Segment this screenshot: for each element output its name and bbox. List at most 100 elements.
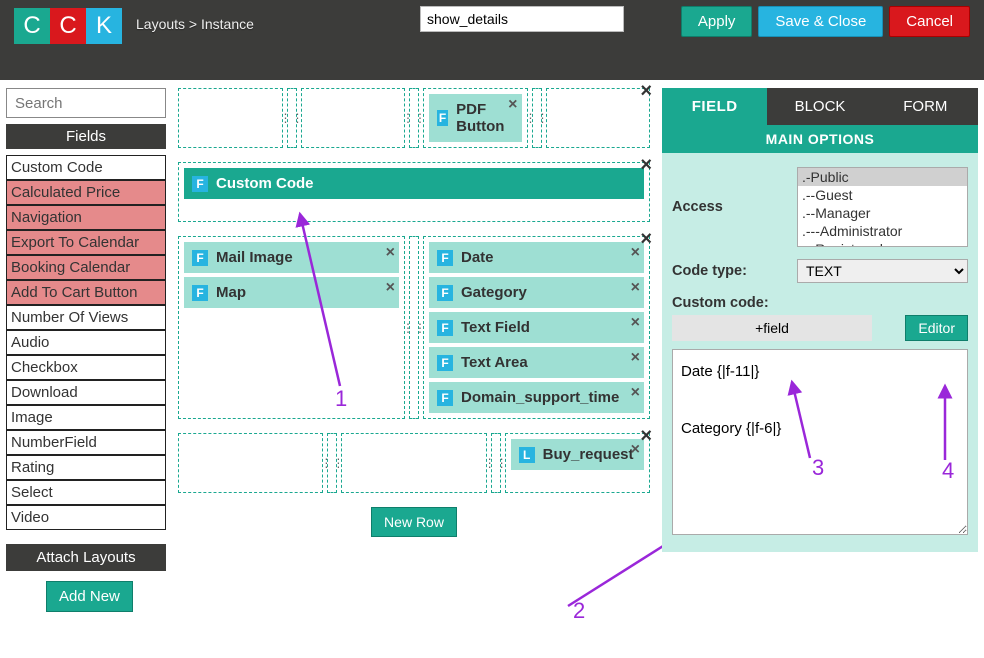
remove-chip-icon[interactable]: × <box>631 244 640 262</box>
access-option[interactable]: .--Manager <box>798 204 967 222</box>
panel-tabs: FIELD BLOCK FORM <box>662 88 978 125</box>
layout-cell[interactable]: FDate×FGategory×FText Field×FText Area×F… <box>423 236 650 419</box>
layout-cell[interactable] <box>178 88 283 148</box>
remove-row-icon[interactable]: × <box>640 232 652 246</box>
field-tag-icon: F <box>192 285 208 301</box>
annotation-number: 2 <box>573 598 585 624</box>
drag-handle-icon[interactable]: ⋮⋮ <box>532 88 542 148</box>
field-item[interactable]: Add To Cart Button <box>6 280 166 305</box>
field-chip[interactable]: F Gategory × <box>429 277 644 308</box>
remove-chip-icon[interactable]: × <box>631 314 640 332</box>
chip-label: Text Area <box>461 354 528 371</box>
field-chip[interactable]: F Text Area × <box>429 347 644 378</box>
chip-label: Text Field <box>461 319 530 336</box>
chip-label: Mail Image <box>216 249 293 266</box>
editor-button[interactable]: Editor <box>905 315 968 341</box>
add-new-button[interactable]: Add New <box>46 581 133 612</box>
field-item[interactable]: Video <box>6 505 166 530</box>
field-tag-icon: F <box>437 110 448 126</box>
custom-code-textarea[interactable] <box>672 349 968 535</box>
remove-chip-icon[interactable]: × <box>508 96 517 114</box>
field-chip[interactable]: FText Field× <box>429 312 644 343</box>
layout-row: ⋮⋮ ⋮⋮ L Buy_request × × <box>178 433 650 493</box>
remove-row-icon[interactable]: × <box>640 429 652 443</box>
access-option[interactable]: .--Guest <box>798 186 967 204</box>
field-item[interactable]: NumberField <box>6 430 166 455</box>
field-item[interactable]: Number Of Views <box>6 305 166 330</box>
layout-cell[interactable] <box>301 88 406 148</box>
chip-label: Map <box>216 284 246 301</box>
remove-chip-icon[interactable]: × <box>386 244 395 262</box>
layout-cell[interactable]: F Mail Image × F Map × <box>178 236 405 419</box>
drag-handle-icon[interactable]: ⋮⋮ <box>287 88 297 148</box>
access-option[interactable]: .--Registered <box>798 240 967 247</box>
field-item[interactable]: Export To Calendar <box>6 230 166 255</box>
cancel-button[interactable]: Cancel <box>889 6 970 37</box>
breadcrumb[interactable]: Layouts > Instance <box>136 16 254 32</box>
field-item[interactable]: Custom Code <box>6 155 166 180</box>
fields-header: Fields <box>6 124 166 149</box>
remove-chip-icon[interactable]: × <box>631 441 640 459</box>
layout-row: ⋮⋮ ⋮⋮ F PDF Button × ⋮⋮ × <box>178 88 650 148</box>
drag-handle-icon[interactable]: ⋮⋮ <box>327 433 337 493</box>
new-row-button[interactable]: New Row <box>371 507 457 537</box>
layout-chip[interactable]: L Buy_request × <box>511 439 644 470</box>
field-chip[interactable]: F Map × <box>184 277 399 308</box>
chip-label: Date <box>461 249 494 266</box>
field-tag-icon: F <box>437 285 453 301</box>
chip-label: Buy_request <box>543 446 634 463</box>
field-chip-selected[interactable]: F Custom Code <box>184 168 644 199</box>
remove-row-icon[interactable]: × <box>640 84 652 98</box>
field-item[interactable]: Navigation <box>6 205 166 230</box>
field-chip[interactable]: F Mail Image × <box>184 242 399 273</box>
layout-cell[interactable] <box>341 433 486 493</box>
field-item[interactable]: Rating <box>6 455 166 480</box>
layout-cell[interactable]: F PDF Button × <box>423 88 528 148</box>
field-item[interactable]: Image <box>6 405 166 430</box>
left-sidebar: Fields Custom CodeCalculated PriceNaviga… <box>6 88 166 612</box>
layout-cell[interactable] <box>178 433 323 493</box>
tab-field[interactable]: FIELD <box>662 88 767 125</box>
access-option[interactable]: .-Public <box>798 168 967 186</box>
drag-handle-icon[interactable]: ⋮⋮ <box>409 236 419 419</box>
field-item[interactable]: Audio <box>6 330 166 355</box>
remove-row-icon[interactable]: × <box>640 158 652 172</box>
field-chip[interactable]: F PDF Button × <box>429 94 522 142</box>
remove-chip-icon[interactable]: × <box>631 279 640 297</box>
title-input[interactable] <box>420 6 624 32</box>
search-input[interactable] <box>6 88 166 118</box>
attach-layouts-header: Attach Layouts <box>6 544 166 571</box>
field-tag-icon: F <box>437 355 453 371</box>
layout-cell[interactable]: F Custom Code <box>178 162 650 222</box>
field-tag-icon: F <box>437 250 453 266</box>
field-item[interactable]: Select <box>6 480 166 505</box>
plus-field-button[interactable]: +field <box>672 315 872 341</box>
remove-chip-icon[interactable]: × <box>386 279 395 297</box>
chip-label: Gategory <box>461 284 527 301</box>
field-chip[interactable]: FDomain_support_time× <box>429 382 644 413</box>
code-type-select[interactable]: TEXT <box>797 259 968 283</box>
apply-button[interactable]: Apply <box>681 6 753 37</box>
canvas: ⋮⋮ ⋮⋮ F PDF Button × ⋮⋮ × F Custom Code <box>178 88 650 612</box>
field-item[interactable]: Calculated Price <box>6 180 166 205</box>
field-chip[interactable]: F Date × <box>429 242 644 273</box>
access-label: Access <box>672 199 787 215</box>
remove-chip-icon[interactable]: × <box>631 349 640 367</box>
layout-cell[interactable] <box>546 88 651 148</box>
tab-form[interactable]: FORM <box>873 88 978 125</box>
drag-handle-icon[interactable]: ⋮⋮ <box>491 433 501 493</box>
field-item[interactable]: Download <box>6 380 166 405</box>
logo: C C K <box>14 8 122 44</box>
remove-chip-icon[interactable]: × <box>631 384 640 402</box>
drag-handle-icon[interactable]: ⋮⋮ <box>409 88 419 148</box>
access-select[interactable]: .-Public.--Guest.--Manager.---Administra… <box>797 167 968 247</box>
save-close-button[interactable]: Save & Close <box>758 6 883 37</box>
tab-block[interactable]: BLOCK <box>767 88 872 125</box>
layout-cell[interactable]: L Buy_request × <box>505 433 650 493</box>
access-option[interactable]: .---Administrator <box>798 222 967 240</box>
field-item[interactable]: Checkbox <box>6 355 166 380</box>
custom-code-label: Custom code: <box>672 295 769 311</box>
field-item[interactable]: Booking Calendar <box>6 255 166 280</box>
logo-k-icon: K <box>86 8 122 44</box>
field-tag-icon: F <box>192 250 208 266</box>
